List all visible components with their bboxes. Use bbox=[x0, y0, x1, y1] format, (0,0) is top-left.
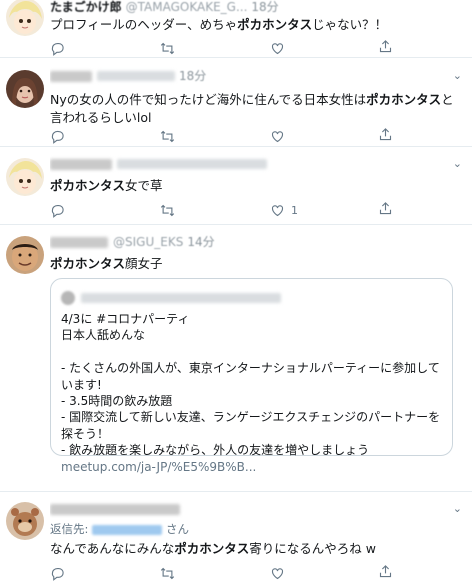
chevron-down-icon[interactable]: ⌄ bbox=[453, 155, 462, 173]
tweet-actions bbox=[50, 564, 380, 582]
user-handle[interactable]: @SIGU_EKS bbox=[113, 233, 183, 251]
avatar[interactable] bbox=[6, 236, 44, 274]
chevron-down-icon[interactable]: ⌄ bbox=[453, 500, 462, 518]
timestamp[interactable]: 18分 bbox=[251, 0, 278, 16]
highlight: ポカホンタス bbox=[50, 178, 126, 193]
quoted-user-handle bbox=[81, 293, 281, 303]
tweet-header: たまごかけ郎 @TAMAGOKAKE_G... 18分 bbox=[50, 0, 462, 16]
tweet-actions bbox=[50, 127, 380, 145]
share-icon[interactable] bbox=[378, 201, 393, 216]
reply-button[interactable] bbox=[50, 127, 160, 145]
tweet-actions: 1 bbox=[50, 201, 380, 219]
reply-button[interactable] bbox=[50, 39, 160, 57]
quoted-tweet-link[interactable]: meetup.com/ja-JP/%E5%9B%B... bbox=[61, 460, 442, 474]
reply-context: 返信先: さん bbox=[50, 522, 190, 536]
display-name[interactable]: たまごかけ郎 bbox=[50, 0, 122, 16]
user-handle[interactable] bbox=[97, 71, 175, 81]
highlight: ポカホンタス bbox=[237, 17, 313, 32]
like-button[interactable] bbox=[270, 39, 380, 57]
like-button[interactable] bbox=[270, 127, 380, 145]
avatar[interactable] bbox=[6, 158, 44, 196]
tweet-header: ⌄ bbox=[50, 500, 462, 518]
tweet-5[interactable]: ⌄ 返信先: さん なんであんなにみんなポカホンタス寄りになるんやろね w bbox=[0, 492, 472, 583]
avatar[interactable] bbox=[6, 502, 44, 540]
reply-icon bbox=[51, 204, 64, 218]
tweet-text: ポカホンタス顔女子 bbox=[50, 256, 163, 271]
highlight: ポカホンタス bbox=[174, 541, 250, 556]
share-icon[interactable] bbox=[378, 39, 393, 54]
retweet-icon bbox=[160, 130, 175, 142]
like-icon bbox=[271, 42, 284, 54]
user-handle[interactable] bbox=[117, 159, 267, 169]
tweet-1[interactable]: たまごかけ郎 @TAMAGOKAKE_G... 18分 プロフィールのヘッダー、… bbox=[0, 0, 472, 58]
tweet-4[interactable]: @SIGU_EKS 14分 ポカホンタス顔女子 4/3に #コロナパーティ 日本… bbox=[0, 225, 472, 492]
retweet-icon bbox=[160, 567, 175, 579]
like-icon bbox=[271, 567, 284, 579]
avatar[interactable] bbox=[6, 70, 44, 108]
user-handle[interactable]: @TAMAGOKAKE_G... bbox=[126, 0, 248, 16]
share-icon[interactable] bbox=[378, 564, 393, 579]
quoted-tweet-text: 4/3に #コロナパーティ 日本人舐めんな - たくさんの外国人が、東京インター… bbox=[61, 312, 441, 458]
highlight: ポカホンタス bbox=[50, 256, 126, 271]
tweet-header: @SIGU_EKS 14分 bbox=[50, 233, 462, 251]
reply-icon bbox=[51, 567, 64, 581]
retweet-icon bbox=[160, 204, 175, 216]
quoted-tweet-header bbox=[61, 289, 442, 307]
quoted-tweet-card[interactable]: 4/3に #コロナパーティ 日本人舐めんな - たくさんの外国人が、東京インター… bbox=[50, 278, 453, 474]
display-name[interactable] bbox=[50, 236, 108, 248]
like-button[interactable] bbox=[270, 564, 380, 582]
tweet-text: なんであんなにみんなポカホンタス寄りになるんやろね w bbox=[50, 541, 376, 556]
reply-icon bbox=[51, 130, 64, 144]
display-name[interactable] bbox=[50, 70, 92, 82]
tweet-text: Nyの女の人の件で知ったけど海外に住んでる日本女性はポカホンタスと言われるらしい… bbox=[50, 92, 454, 125]
retweet-button[interactable] bbox=[160, 201, 270, 219]
retweet-button[interactable] bbox=[160, 564, 270, 582]
tweet-2[interactable]: 18分 ⌄ Nyの女の人の件で知ったけど海外に住んでる日本女性はポカホンタスと言… bbox=[0, 59, 472, 147]
tweet-3[interactable]: ⌄ ポカホンタス女で草 1 bbox=[0, 147, 472, 225]
timestamp[interactable]: 14分 bbox=[187, 233, 214, 251]
reply-button[interactable] bbox=[50, 564, 160, 582]
like-icon bbox=[271, 204, 284, 216]
tweet-text: ポカホンタス女で草 bbox=[50, 178, 163, 193]
reply-button[interactable] bbox=[50, 201, 160, 219]
like-button[interactable]: 1 bbox=[270, 201, 380, 219]
avatar bbox=[61, 291, 75, 305]
mention-link[interactable] bbox=[92, 524, 163, 535]
retweet-icon bbox=[160, 42, 175, 54]
tweet-header: ⌄ bbox=[50, 155, 462, 173]
chevron-down-icon[interactable]: ⌄ bbox=[453, 67, 462, 85]
tweet-actions bbox=[50, 39, 380, 57]
avatar[interactable] bbox=[6, 0, 44, 36]
display-name[interactable] bbox=[50, 503, 180, 515]
tweet-header: 18分 ⌄ bbox=[50, 67, 462, 85]
like-icon bbox=[271, 130, 284, 142]
share-icon[interactable] bbox=[378, 127, 393, 142]
reply-icon bbox=[51, 42, 64, 56]
display-name[interactable] bbox=[50, 158, 112, 170]
tweet-text: プロフィールのヘッダー、めちゃポカホンタスじゃない？！ bbox=[50, 17, 388, 32]
timestamp[interactable]: 18分 bbox=[179, 67, 206, 85]
highlight: ポカホンタス bbox=[366, 92, 442, 107]
like-count: 1 bbox=[291, 203, 298, 217]
retweet-button[interactable] bbox=[160, 127, 270, 145]
retweet-button[interactable] bbox=[160, 39, 270, 57]
